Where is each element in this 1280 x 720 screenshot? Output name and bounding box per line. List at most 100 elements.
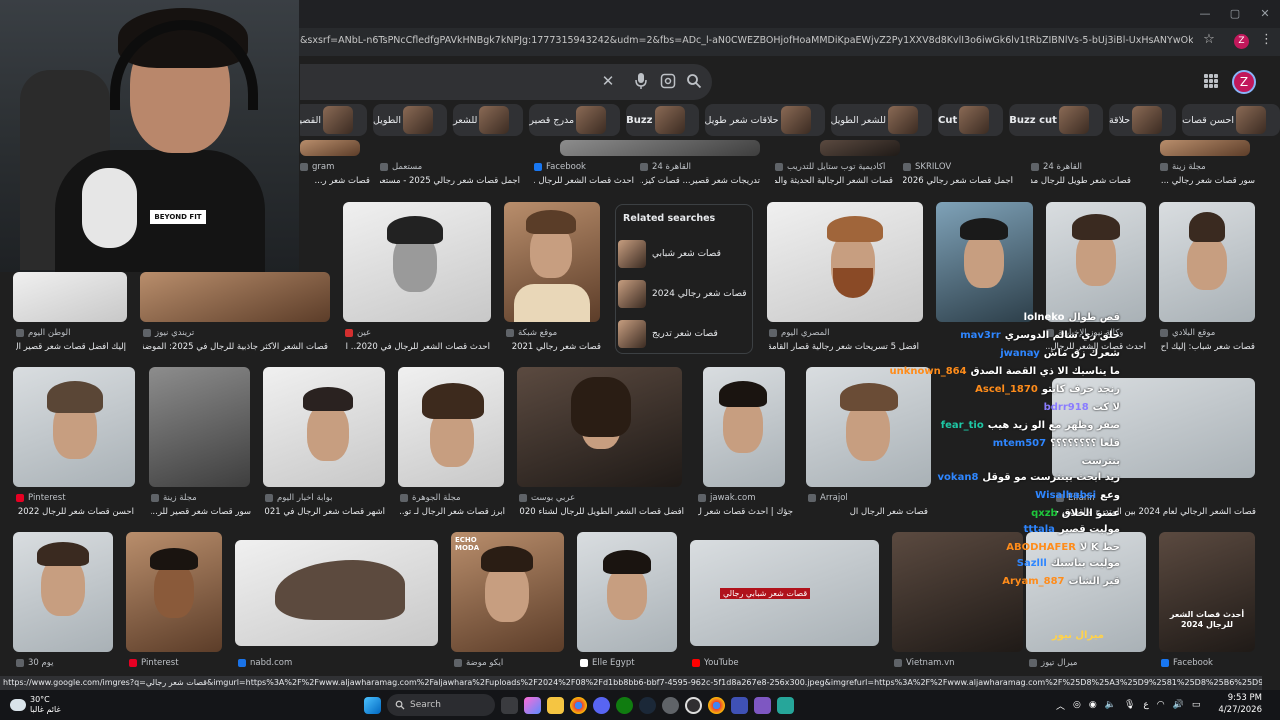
app-icon[interactable]: [754, 696, 771, 714]
image-result[interactable]: [343, 202, 491, 322]
wifi-icon[interactable]: ◠: [1157, 700, 1165, 710]
image-result[interactable]: [504, 202, 600, 322]
chip[interactable]: للشعر الطويل: [830, 104, 932, 136]
taskbar-search[interactable]: Search: [387, 694, 495, 716]
image-result[interactable]: [1160, 140, 1250, 156]
image-result[interactable]: [806, 367, 931, 487]
result-caption[interactable]: قصات شعر شباب: إليك أح...: [1160, 342, 1255, 352]
image-result[interactable]: أحدث قصات الشعر للرجال 2024: [1159, 532, 1255, 652]
image-result[interactable]: [13, 532, 113, 652]
image-result[interactable]: [703, 367, 785, 487]
chip[interactable]: للشعر: [453, 104, 524, 136]
close-window-button[interactable]: ✕: [1250, 0, 1280, 28]
browser-profile-avatar[interactable]: Z: [1234, 34, 1249, 49]
task-view-icon[interactable]: [501, 696, 518, 714]
tray-chevron-icon[interactable]: ︿: [1056, 699, 1065, 712]
search-icon[interactable]: [686, 73, 702, 89]
image-result[interactable]: [936, 202, 1033, 322]
app-icon[interactable]: [777, 696, 794, 714]
chrome-2-icon[interactable]: [708, 696, 725, 714]
result-caption[interactable]: أجمل قصات شعر رجالي 2025 - مستعمل: [380, 176, 520, 186]
result-caption[interactable]: احدث قصات الشعر للرجال ...: [534, 176, 634, 186]
image-result[interactable]: [263, 367, 385, 487]
result-caption[interactable]: احسن قصات شعر للرجال 2022: [16, 507, 134, 517]
volume-icon[interactable]: 🔊: [1173, 700, 1184, 710]
chrome-icon[interactable]: [570, 696, 587, 714]
result-caption[interactable]: سور قصات شعر رجالي ...: [1160, 176, 1255, 186]
result-caption[interactable]: أجمل قصات شعر رجالي 2026: [903, 176, 1013, 186]
google-lens-icon[interactable]: [660, 73, 676, 89]
bookmark-star-icon[interactable]: ☆: [1202, 33, 1216, 47]
weather-widget[interactable]: 30°C غائم غالبا: [10, 692, 80, 718]
image-result[interactable]: [820, 140, 900, 156]
chip[interactable]: Buzz cut: [1009, 104, 1103, 136]
google-apps-icon[interactable]: [1204, 74, 1218, 88]
chip[interactable]: حلاقة: [1108, 104, 1177, 136]
image-result[interactable]: [577, 532, 677, 652]
result-caption[interactable]: قصات شعر رجالي 2021: [506, 342, 601, 352]
image-result[interactable]: [517, 367, 682, 487]
image-result[interactable]: [767, 202, 923, 322]
result-caption[interactable]: سور قصات شعر قصير للر...: [151, 507, 251, 517]
image-result[interactable]: [13, 367, 135, 487]
chip[interactable]: Cut: [938, 104, 1004, 136]
image-result[interactable]: [398, 367, 504, 487]
chip[interactable]: الطويل: [372, 104, 448, 136]
image-result[interactable]: [149, 367, 250, 487]
chip[interactable]: حلاقات شعر طويل: [704, 104, 825, 136]
copilot-icon[interactable]: [524, 696, 541, 714]
image-result[interactable]: [1046, 202, 1146, 322]
result-caption[interactable]: إليك أفضل قصات شعر قصير ال...: [16, 342, 126, 352]
result-caption[interactable]: تدريجات شعر قصير... قصات كيز...: [640, 176, 760, 186]
result-caption[interactable]: قصات الشعر الرجالية الحديثة والم...: [775, 176, 893, 186]
result-caption[interactable]: أفضل 5 تسريحات شعر رجالية قصار القامة لو…: [769, 342, 919, 352]
result-caption[interactable]: قصات شعر الرجال ال: [808, 507, 928, 517]
related-search-item[interactable]: قصات شعر تدريج: [618, 318, 750, 350]
account-avatar[interactable]: Z: [1232, 70, 1256, 94]
app-icon[interactable]: [731, 696, 748, 714]
result-caption[interactable]: قصات شعر طويل للرجال مدرج: [1031, 176, 1131, 186]
windows-start-icon[interactable]: [364, 696, 381, 714]
image-result[interactable]: [1159, 202, 1255, 322]
xbox-icon[interactable]: [616, 696, 633, 714]
chip[interactable]: احسن قصات: [1182, 104, 1280, 136]
microphone-icon[interactable]: [634, 72, 648, 90]
result-caption[interactable]: أشهر قصات شعر الرجال في 021...: [265, 507, 385, 517]
result-caption[interactable]: أفضل قصات الشعر الطويل للرجال لشتاء 2020: [519, 507, 684, 517]
result-caption[interactable]: أحدث قصات الشعر للرجال في 2020.. الب...: [345, 342, 490, 352]
url-field[interactable]: &sxsrf=ANbL-n6TsPNcCfledfgPAVkHNBgk7kNPJ…: [300, 35, 1193, 46]
taskbar-clock[interactable]: 9:53 PM 4/27/2026: [1200, 692, 1262, 716]
clear-search-icon[interactable]: ✕: [600, 73, 616, 89]
speaker-icon[interactable]: 🔈: [1105, 700, 1116, 710]
language-indicator[interactable]: ع: [1143, 700, 1148, 710]
chip[interactable]: Buzz: [626, 104, 699, 136]
result-caption[interactable]: جؤك | أحدث قصات شعر ل...: [698, 507, 793, 517]
tray-app-icon[interactable]: ◎: [1073, 700, 1081, 710]
image-result[interactable]: [140, 272, 330, 322]
image-result[interactable]: [560, 140, 760, 156]
result-caption[interactable]: أبرز قصات شعر الرجال لـ تو...: [400, 507, 505, 517]
related-search-item[interactable]: قصات شعر شبابي: [618, 238, 750, 270]
image-result[interactable]: قصات شعر شبابي رجالي: [690, 540, 879, 646]
steam-icon[interactable]: [639, 696, 656, 714]
related-search-item[interactable]: قصات شعر رجالي 2024: [618, 278, 750, 310]
settings-gear-icon[interactable]: [662, 696, 679, 714]
file-explorer-icon[interactable]: [547, 696, 564, 714]
search-input[interactable]: [300, 64, 712, 100]
image-result[interactable]: [13, 272, 127, 322]
image-result[interactable]: [300, 140, 360, 156]
result-caption[interactable]: قصات شعر ر...: [300, 176, 370, 186]
microphone-icon[interactable]: 🎙: [1124, 700, 1135, 710]
minimize-button[interactable]: —: [1190, 0, 1220, 28]
result-caption[interactable]: قصات الشعر الأكثر جاذبية للرجال في 2025:…: [143, 342, 328, 352]
image-result[interactable]: [126, 532, 222, 652]
chip[interactable]: مدرج قصير: [529, 104, 621, 136]
obs-icon[interactable]: [685, 696, 702, 714]
discord-icon[interactable]: [593, 696, 610, 714]
image-result[interactable]: [235, 540, 438, 646]
maximize-button[interactable]: ▢: [1220, 0, 1250, 28]
image-result[interactable]: ECHO MODA: [451, 532, 564, 652]
tray-app-icon[interactable]: ◉: [1089, 700, 1097, 710]
chip[interactable]: القصير: [300, 104, 367, 136]
browser-menu-icon[interactable]: ⋮: [1260, 32, 1273, 47]
